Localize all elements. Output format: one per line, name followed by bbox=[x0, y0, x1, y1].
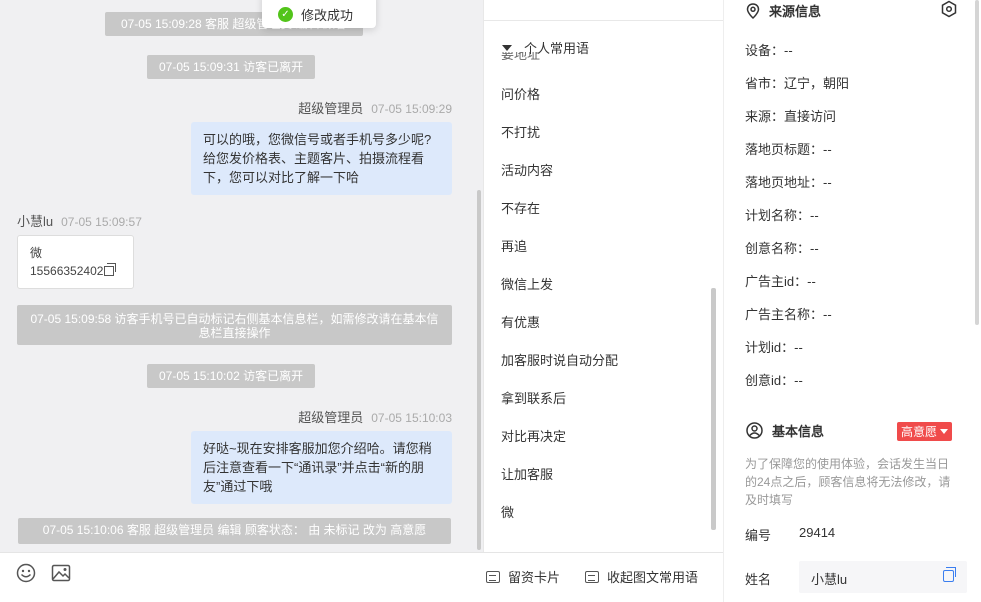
phrase-item[interactable]: 问价格 bbox=[501, 84, 540, 103]
chat-panel: 07-05 15:09:28 客服 超级管理员 编辑 顾客 07-05 15:0… bbox=[0, 0, 483, 552]
sender-name: 小慧lu bbox=[17, 214, 54, 229]
system-message-visitor-left: 07-05 15:09:31 访客已离开 bbox=[147, 55, 316, 79]
input-toolbar: 留资卡片 收起图文常用语 bbox=[0, 552, 723, 602]
lead-card-label: 留资卡片 bbox=[508, 570, 561, 585]
source-field: 计划名称：-- bbox=[745, 208, 819, 223]
phrase-item[interactable]: 加客服时说自动分配 bbox=[501, 350, 618, 369]
caret-down-icon bbox=[502, 44, 512, 51]
source-field: 计划id：-- bbox=[745, 340, 803, 355]
copy-icon[interactable] bbox=[943, 567, 956, 582]
visitor-sender: 小慧lu 07-05 15:09:57 bbox=[17, 211, 142, 230]
id-value: 29414 bbox=[799, 525, 836, 540]
collapse-phrases-button[interactable]: 收起图文常用语 bbox=[585, 567, 698, 586]
chat-scrollbar[interactable] bbox=[477, 190, 481, 550]
smile-icon[interactable] bbox=[16, 563, 36, 583]
source-field: 设备：-- bbox=[745, 43, 793, 58]
intent-tag-label: 高意愿 bbox=[901, 425, 938, 439]
phrase-group-title: 个人常用语 bbox=[524, 41, 590, 56]
visitor-info-panel: 来源信息 设备：-- 省市：辽宁，朝阳 来源：直接访问 落地页标题：-- 落地页… bbox=[723, 0, 981, 602]
location-icon bbox=[746, 2, 760, 19]
basic-info-header: 基本信息 bbox=[746, 421, 824, 440]
system-message-visitor-left: 07-05 15:10:02 访客已离开 bbox=[147, 364, 316, 388]
phrase-item[interactable]: 不打扰 bbox=[501, 122, 540, 141]
copy-icon[interactable] bbox=[104, 263, 117, 276]
source-field: 创意名称：-- bbox=[745, 241, 819, 256]
agent-sender: 超级管理员 07-05 15:09:29 bbox=[298, 98, 452, 117]
edit-deadline-notice: 为了保障您的使用体验，会话发生当日的24点之后，顾客信息将无法修改，请及时填写 bbox=[745, 457, 951, 507]
agent-message: 好哒~现在安排客服加您介绍哈。请您稍后注意查看一下“通讯录”并点击“新的朋友”通… bbox=[191, 431, 452, 504]
toast-text: 修改成功 bbox=[301, 7, 354, 23]
source-field: 来源：直接访问 bbox=[745, 109, 837, 124]
system-message-phone-marked: 07-05 15:09:58 访客手机号已自动标记右侧基本信息栏，如需修改请在基… bbox=[17, 305, 452, 345]
card-phone-number: 15566352402 bbox=[30, 264, 104, 278]
phrase-item[interactable]: 对比再决定 bbox=[501, 426, 566, 445]
source-field: 创意id：-- bbox=[745, 373, 803, 388]
source-info-title: 来源信息 bbox=[769, 4, 822, 19]
phrase-item[interactable]: 有优惠 bbox=[501, 312, 540, 331]
image-icon[interactable] bbox=[51, 563, 71, 583]
sender-name: 超级管理员 bbox=[298, 410, 364, 425]
name-label: 姓名 bbox=[745, 572, 772, 587]
visitor-contact-card: 微 15566352402 bbox=[17, 235, 134, 289]
sender-name: 超级管理员 bbox=[298, 101, 364, 116]
phrases-panel: 要地址 个人常用语 问价格 不打扰 活动内容 不存在 再追 微信上发 有优惠 加… bbox=[483, 0, 723, 552]
system-message-status-change: 07-05 15:10:06 客服 超级管理员 编辑 顾客状态： 由 未标记 改… bbox=[18, 518, 451, 544]
phrase-item[interactable]: 微 bbox=[501, 502, 514, 521]
basic-info-title: 基本信息 bbox=[772, 424, 825, 439]
agent-message: 可以的哦，您微信号或者手机号多少呢?给您发价格表、主题客片、拍摄流程看下，您可以… bbox=[191, 122, 452, 195]
success-toast: ✓ 修改成功 bbox=[262, 0, 376, 28]
collapse-phrases-label: 收起图文常用语 bbox=[607, 570, 699, 585]
name-input[interactable]: 小慧lu bbox=[799, 561, 967, 593]
divider bbox=[484, 20, 723, 21]
phrase-group-toggle[interactable]: 个人常用语 bbox=[502, 38, 589, 57]
sender-time: 07-05 15:09:57 bbox=[61, 215, 142, 229]
phrases-scrollbar[interactable] bbox=[711, 288, 716, 530]
intent-tag-dropdown[interactable]: 高意愿 bbox=[897, 422, 953, 441]
source-field: 落地页标题：-- bbox=[745, 142, 832, 157]
phrase-item[interactable]: 不存在 bbox=[501, 198, 540, 217]
user-icon bbox=[746, 422, 763, 439]
card-icon bbox=[585, 570, 599, 583]
settings-icon[interactable] bbox=[940, 0, 958, 18]
source-info-header: 来源信息 bbox=[746, 1, 821, 20]
phrase-item[interactable]: 微信上发 bbox=[501, 274, 553, 293]
source-field: 广告主id：-- bbox=[745, 274, 816, 289]
source-field: 落地页地址：-- bbox=[745, 175, 832, 190]
phrase-item[interactable]: 再追 bbox=[501, 236, 527, 255]
source-field: 广告主名称：-- bbox=[745, 307, 832, 322]
id-label: 编号 bbox=[745, 528, 772, 543]
info-scrollbar[interactable] bbox=[975, 0, 979, 325]
card-label: 微 bbox=[30, 246, 43, 260]
lead-card-button[interactable]: 留资卡片 bbox=[486, 567, 560, 586]
phrase-item[interactable]: 活动内容 bbox=[501, 160, 553, 179]
sender-time: 07-05 15:09:29 bbox=[371, 102, 452, 116]
sender-time: 07-05 15:10:03 bbox=[371, 411, 452, 425]
card-phone: 15566352402 bbox=[30, 262, 121, 280]
agent-sender: 超级管理员 07-05 15:10:03 bbox=[298, 407, 452, 426]
phrase-item[interactable]: 拿到联系后 bbox=[501, 388, 566, 407]
phrase-item[interactable]: 让加客服 bbox=[501, 464, 553, 483]
source-field: 省市：辽宁，朝阳 bbox=[745, 76, 850, 91]
check-circle-icon: ✓ bbox=[278, 6, 293, 22]
card-icon bbox=[486, 570, 500, 583]
caret-down-icon bbox=[940, 429, 949, 434]
